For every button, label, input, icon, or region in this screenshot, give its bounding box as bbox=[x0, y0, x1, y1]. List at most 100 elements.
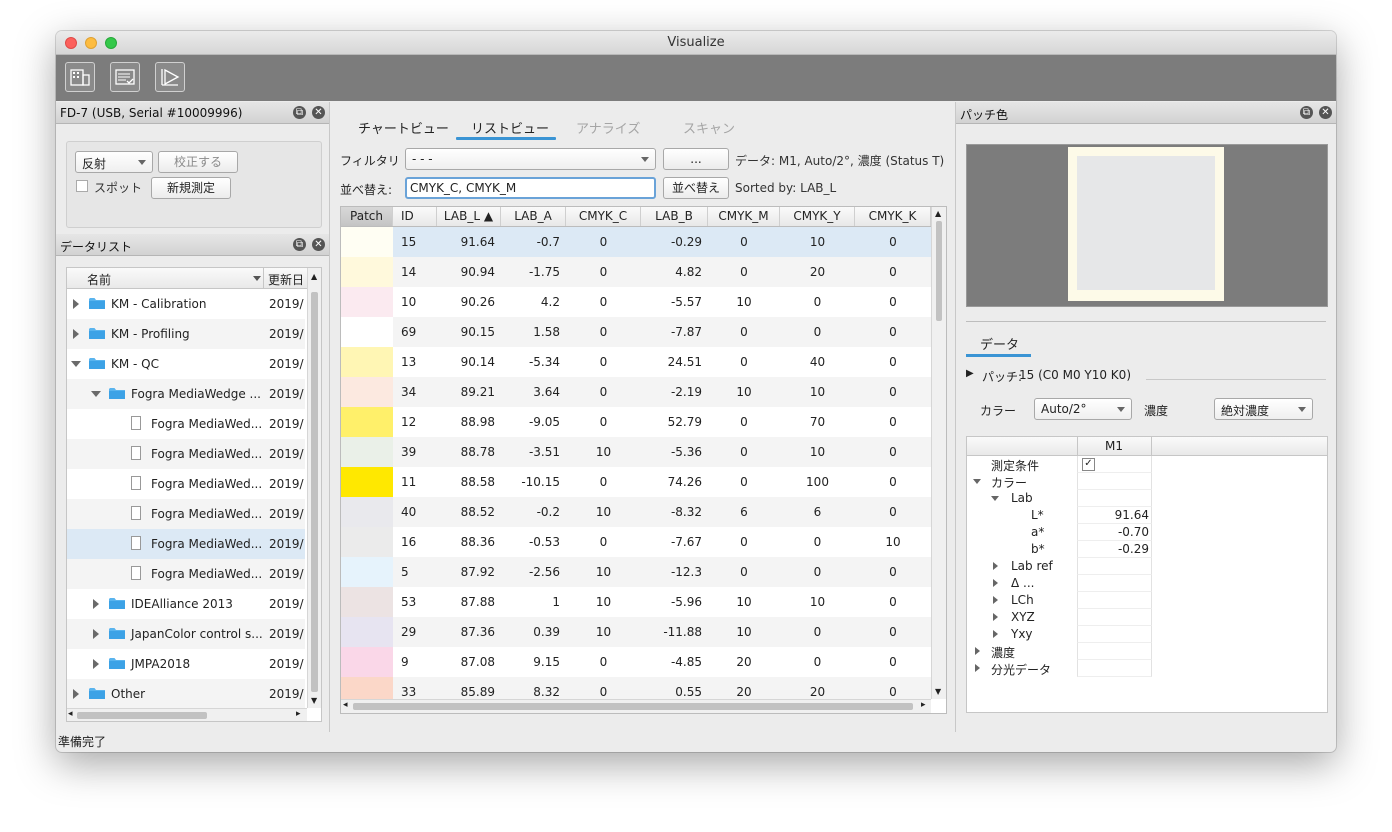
scroll-left-icon[interactable]: ◂ bbox=[68, 709, 73, 719]
property-row[interactable]: b* -0.29 bbox=[967, 541, 1327, 558]
tree-item[interactable]: JapanColor control s... 2019/ bbox=[67, 619, 305, 649]
table-row[interactable]: 14 90.94 -1.75 0 4.82 0 20 0 bbox=[341, 257, 931, 287]
datalist-vscroll-thumb[interactable] bbox=[311, 292, 318, 692]
table-row[interactable]: 16 88.36 -0.53 0 -7.67 0 0 10 bbox=[341, 527, 931, 557]
scroll-down-icon[interactable]: ▼ bbox=[311, 696, 317, 705]
table-row[interactable]: 39 88.78 -3.51 10 -5.36 0 10 0 bbox=[341, 437, 931, 467]
property-row[interactable]: a* -0.70 bbox=[967, 524, 1327, 541]
table-row[interactable]: 40 88.52 -0.2 10 -8.32 6 6 0 bbox=[341, 497, 931, 527]
close-panel-icon[interactable]: ✕ bbox=[312, 106, 325, 119]
sort-button[interactable]: 並べ替え bbox=[663, 177, 729, 199]
tree-item[interactable]: Fogra MediaWed... 2019/ bbox=[67, 559, 305, 589]
table-row[interactable]: 34 89.21 3.64 0 -2.19 10 10 0 bbox=[341, 377, 931, 407]
new-measure-button[interactable]: 新規測定 bbox=[151, 177, 231, 199]
table-hscrollbar[interactable]: ◂ ▸ bbox=[341, 699, 931, 713]
tree-item[interactable]: Other 2019/ bbox=[67, 679, 305, 709]
column-header[interactable]: CMYK_C bbox=[566, 207, 641, 226]
collapsed-arrow-icon[interactable] bbox=[93, 629, 99, 639]
property-row[interactable]: XYZ bbox=[967, 609, 1327, 626]
column-header[interactable]: LAB_B bbox=[641, 207, 708, 226]
collapsed-arrow-icon[interactable] bbox=[975, 664, 980, 672]
tree-item[interactable]: Fogra MediaWed... 2019/ bbox=[67, 499, 305, 529]
property-row[interactable]: カラー bbox=[967, 473, 1327, 490]
expanded-arrow-icon[interactable] bbox=[91, 391, 101, 397]
filter-more-button[interactable]: ... bbox=[663, 148, 729, 170]
float-panel-icon[interactable]: ⧉ bbox=[293, 106, 306, 119]
collapsed-arrow-icon[interactable] bbox=[993, 630, 998, 638]
table-row[interactable]: 33 85.89 8.32 0 0.55 20 20 0 bbox=[341, 677, 931, 699]
tree-item[interactable]: Fogra MediaWed... 2019/ bbox=[67, 409, 305, 439]
column-header[interactable]: LAB_L ▲ bbox=[437, 207, 501, 226]
collapsed-arrow-icon[interactable] bbox=[73, 329, 79, 339]
tree-item[interactable]: KM - Calibration 2019/ bbox=[67, 289, 305, 319]
collapsed-arrow-icon[interactable] bbox=[73, 689, 79, 699]
calibrate-button[interactable]: 校正する bbox=[158, 151, 238, 173]
table-row[interactable]: 11 88.58 -10.15 0 74.26 0 100 0 bbox=[341, 467, 931, 497]
tree-item[interactable]: Fogra MediaWed... 2019/ bbox=[67, 469, 305, 499]
sort-input[interactable]: CMYK_C, CMYK_M bbox=[405, 177, 656, 199]
expanded-arrow-icon[interactable] bbox=[973, 479, 981, 484]
table-row[interactable]: 12 88.98 -9.05 0 52.79 0 70 0 bbox=[341, 407, 931, 437]
property-row[interactable]: Lab bbox=[967, 490, 1327, 507]
collapsed-arrow-icon[interactable] bbox=[993, 596, 998, 604]
table-row[interactable]: 53 87.88 1 10 -5.96 10 10 0 bbox=[341, 587, 931, 617]
tree-item[interactable]: KM - QC 2019/ bbox=[67, 349, 305, 379]
column-header[interactable]: ID bbox=[393, 207, 437, 226]
property-row[interactable]: 濃度 bbox=[967, 643, 1327, 660]
list-tool-button[interactable] bbox=[110, 62, 140, 92]
scroll-right-icon[interactable]: ▸ bbox=[296, 709, 301, 719]
collapsed-arrow-icon[interactable] bbox=[975, 647, 980, 655]
collapsed-arrow-icon[interactable] bbox=[93, 599, 99, 609]
property-row[interactable]: 分光データ bbox=[967, 660, 1327, 677]
measurement-checkbox[interactable]: ✓ bbox=[1082, 458, 1095, 471]
table-row[interactable]: 15 91.64 -0.7 0 -0.29 0 10 0 bbox=[341, 227, 931, 257]
tree-item[interactable]: IDEAlliance 2013 2019/ bbox=[67, 589, 305, 619]
scroll-left-icon[interactable]: ◂ bbox=[343, 700, 348, 710]
scroll-down-icon[interactable]: ▼ bbox=[935, 687, 941, 696]
close-panel-icon[interactable]: ✕ bbox=[1319, 106, 1332, 119]
property-row[interactable]: 測定条件 ✓ bbox=[967, 456, 1327, 473]
datalist-hscrollbar[interactable]: ◂ ▸ bbox=[67, 708, 307, 721]
patch-expand-icon[interactable]: ▶ bbox=[966, 368, 974, 379]
scan-tool-button[interactable] bbox=[155, 62, 185, 92]
column-header[interactable]: CMYK_Y bbox=[780, 207, 855, 226]
collapsed-arrow-icon[interactable] bbox=[73, 299, 79, 309]
table-row[interactable]: 9 87.08 9.15 0 -4.85 20 0 0 bbox=[341, 647, 931, 677]
tree-item[interactable]: JMPA2018 2019/ bbox=[67, 649, 305, 679]
scroll-up-icon[interactable]: ▲ bbox=[311, 272, 317, 281]
column-header[interactable]: CMYK_M bbox=[708, 207, 780, 226]
mode-select[interactable]: 反射 bbox=[75, 151, 153, 173]
scroll-up-icon[interactable]: ▲ bbox=[935, 209, 941, 218]
table-row[interactable]: 29 87.36 0.39 10 -11.88 10 0 0 bbox=[341, 617, 931, 647]
column-header-name[interactable]: 名前 bbox=[87, 271, 111, 288]
collapsed-arrow-icon[interactable] bbox=[993, 613, 998, 621]
table-hscroll-thumb[interactable] bbox=[353, 703, 913, 710]
tree-item[interactable]: Fogra MediaWed... 2019/ bbox=[67, 529, 305, 559]
tree-item[interactable]: Fogra MediaWedge ... 2019/ bbox=[67, 379, 305, 409]
float-panel-icon[interactable]: ⧉ bbox=[293, 238, 306, 251]
filter-select[interactable]: - - - bbox=[405, 148, 656, 170]
column-header-date[interactable]: 更新日 bbox=[268, 271, 304, 288]
table-row[interactable]: 69 90.15 1.58 0 -7.87 0 0 0 bbox=[341, 317, 931, 347]
tab-1[interactable]: チャートビュー bbox=[358, 118, 449, 137]
tab-data[interactable]: データ bbox=[980, 334, 1019, 353]
splitter-right[interactable] bbox=[955, 102, 956, 732]
tab-2[interactable]: リストビュー bbox=[471, 118, 549, 137]
collapsed-arrow-icon[interactable] bbox=[993, 562, 998, 570]
spot-checkbox[interactable] bbox=[76, 180, 88, 192]
datalist-vscrollbar[interactable]: ▲ ▼ bbox=[307, 268, 321, 708]
table-vscroll-thumb[interactable] bbox=[936, 221, 942, 321]
column-header[interactable]: Patch bbox=[341, 207, 393, 226]
scroll-right-icon[interactable]: ▸ bbox=[921, 700, 926, 710]
collapsed-arrow-icon[interactable] bbox=[993, 579, 998, 587]
column-header[interactable]: LAB_A bbox=[501, 207, 566, 226]
table-row[interactable]: 10 90.26 4.2 0 -5.57 10 0 0 bbox=[341, 287, 931, 317]
property-row[interactable]: LCh bbox=[967, 592, 1327, 609]
datalist-hscroll-thumb[interactable] bbox=[77, 712, 207, 719]
expanded-arrow-icon[interactable] bbox=[991, 496, 999, 501]
close-panel-icon[interactable]: ✕ bbox=[312, 238, 325, 251]
collapsed-arrow-icon[interactable] bbox=[93, 659, 99, 669]
instrument-tool-button[interactable] bbox=[65, 62, 95, 92]
float-panel-icon[interactable]: ⧉ bbox=[1300, 106, 1313, 119]
table-row[interactable]: 13 90.14 -5.34 0 24.51 0 40 0 bbox=[341, 347, 931, 377]
